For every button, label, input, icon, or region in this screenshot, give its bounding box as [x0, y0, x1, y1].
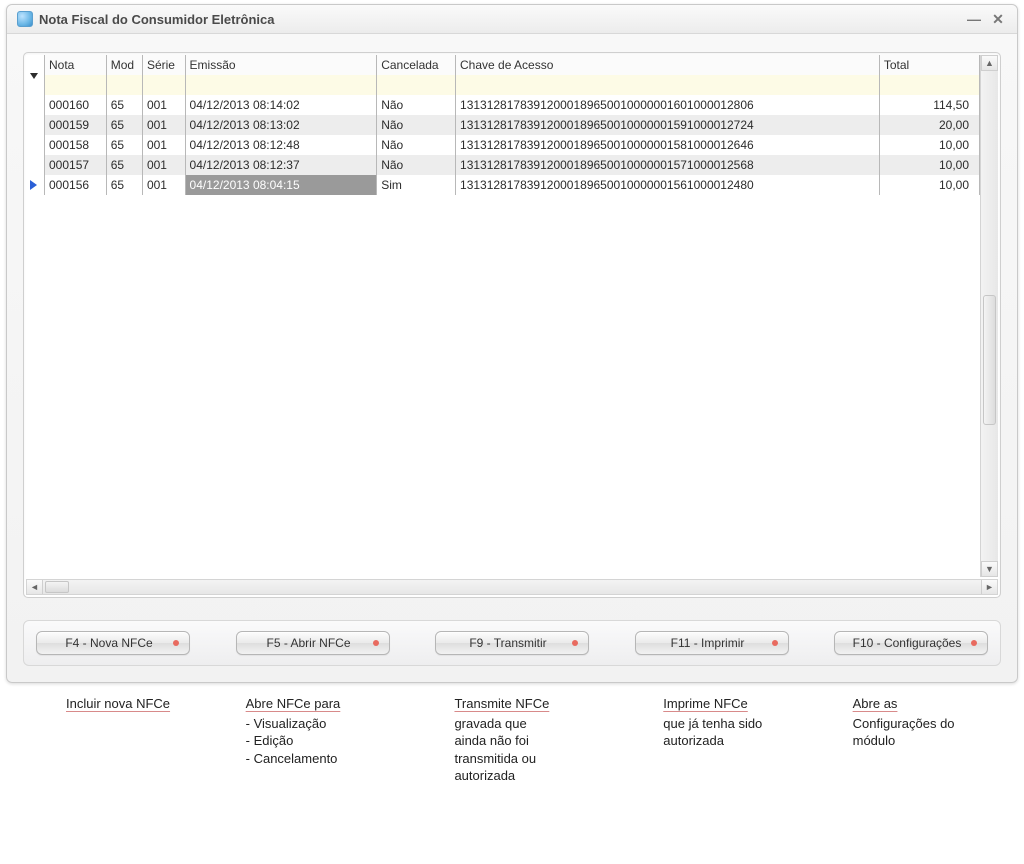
table-row[interactable]: 0001576500104/12/2013 08:12:37Não1313128… — [45, 155, 980, 175]
app-window: Nota Fiscal do Consumidor Eletrônica — ✕ — [6, 4, 1018, 683]
new-nfce-button[interactable]: F4 - Nova NFCe — [36, 631, 190, 655]
annotation-transmit: Transmite NFCe gravada que ainda não foi… — [454, 695, 639, 785]
dot-icon — [772, 640, 778, 646]
col-header-total[interactable]: Total — [879, 55, 979, 75]
nfce-table[interactable]: Nota Mod Série Emissão Cancelada Chave d… — [44, 55, 980, 195]
table-filter-row[interactable] — [45, 75, 980, 95]
annotation-print: Imprime NFCe que já tenha sido autorizad… — [663, 695, 828, 785]
dot-icon — [971, 640, 977, 646]
table-header-row[interactable]: Nota Mod Série Emissão Cancelada Chave d… — [45, 55, 980, 75]
dot-icon — [173, 640, 179, 646]
table-row[interactable]: 0001596500104/12/2013 08:13:02Não1313128… — [45, 115, 980, 135]
col-header-emissao[interactable]: Emissão — [185, 55, 377, 75]
titlebar[interactable]: Nota Fiscal do Consumidor Eletrônica — ✕ — [7, 5, 1017, 34]
table-row[interactable]: 0001586500104/12/2013 08:12:48Não1313128… — [45, 135, 980, 155]
print-button[interactable]: F11 - Imprimir — [635, 631, 789, 655]
horizontal-scrollbar[interactable]: ◄ ► — [26, 579, 998, 595]
col-header-serie[interactable]: Série — [142, 55, 185, 75]
close-button[interactable]: ✕ — [989, 11, 1007, 27]
grid-panel: Nota Mod Série Emissão Cancelada Chave d… — [23, 52, 1001, 598]
annotations: Incluir nova NFCe Abre NFCe para - Visua… — [6, 695, 1018, 785]
vscroll-thumb[interactable] — [983, 295, 996, 425]
table-row[interactable]: 0001606500104/12/2013 08:14:02Não1313128… — [45, 95, 980, 115]
scroll-left-button[interactable]: ◄ — [27, 580, 43, 594]
annotation-open: Abre NFCe para - Visualização - Edição -… — [246, 695, 431, 785]
current-row-pointer-icon — [30, 180, 37, 190]
hscroll-thumb[interactable] — [45, 581, 69, 593]
sort-indicator-icon — [30, 73, 38, 79]
button-bar: F4 - Nova NFCe F5 - Abrir NFCe F9 - Tran… — [23, 620, 1001, 666]
grid-main[interactable]: Nota Mod Série Emissão Cancelada Chave d… — [44, 55, 980, 577]
window-title: Nota Fiscal do Consumidor Eletrônica — [39, 12, 274, 27]
dot-icon — [373, 640, 379, 646]
annotation-settings: Abre as Configurações do módulo — [853, 695, 1018, 785]
col-header-cancelada[interactable]: Cancelada — [377, 55, 456, 75]
row-indicator-gutter — [26, 55, 44, 577]
open-nfce-button[interactable]: F5 - Abrir NFCe — [236, 631, 390, 655]
scroll-right-button[interactable]: ► — [981, 580, 997, 594]
scroll-down-button[interactable]: ▼ — [981, 561, 998, 577]
col-header-chave[interactable]: Chave de Acesso — [456, 55, 880, 75]
annotation-new: Incluir nova NFCe — [66, 695, 222, 785]
settings-button[interactable]: F10 - Configurações — [834, 631, 988, 655]
transmit-button[interactable]: F9 - Transmitir — [435, 631, 589, 655]
table-row[interactable]: 0001566500104/12/2013 08:04:15Sim1313128… — [45, 175, 980, 195]
vertical-scrollbar[interactable]: ▲ ▼ — [980, 55, 998, 577]
dot-icon — [572, 640, 578, 646]
client-area: Nota Mod Série Emissão Cancelada Chave d… — [7, 34, 1017, 682]
col-header-mod[interactable]: Mod — [106, 55, 142, 75]
col-header-nota[interactable]: Nota — [45, 55, 107, 75]
app-icon — [17, 11, 33, 27]
scroll-up-button[interactable]: ▲ — [981, 55, 998, 71]
minimize-button[interactable]: — — [965, 11, 983, 27]
